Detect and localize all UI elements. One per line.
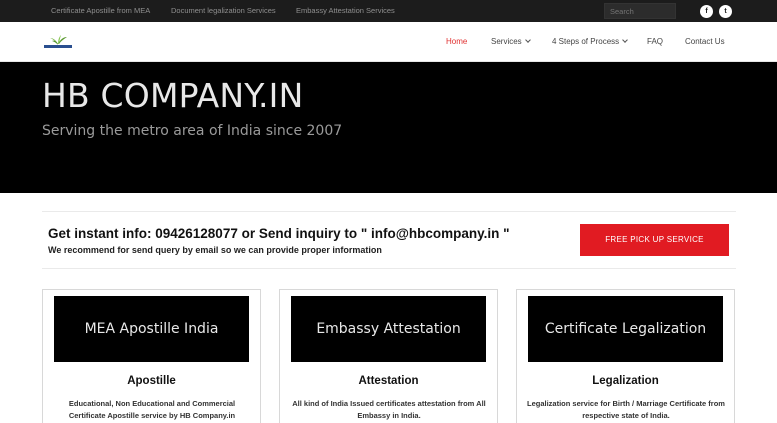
nav-services-label: Services [491,37,522,46]
contact-info-text: Get instant info: 09426128077 or Send in… [48,226,510,241]
hero-banner: HB COMPANY.IN Serving the metro area of … [0,62,777,193]
top-link-attestation[interactable]: Embassy Attestation Services [296,6,395,15]
facebook-icon[interactable]: f [700,5,713,18]
card-title[interactable]: Attestation [280,375,497,387]
contact-info-box: Get instant info: 09426128077 or Send in… [42,211,736,269]
card-image-legalization[interactable]: Certificate Legalization [528,296,723,362]
search-input[interactable] [604,3,676,19]
contact-recommendation: We recommend for send query by email so … [48,245,382,255]
card-image-attestation[interactable]: Embassy Attestation [291,296,486,362]
service-card-legalization: Certificate Legalization Legalization Le… [516,289,735,423]
card-title[interactable]: Legalization [517,375,734,387]
free-pickup-button[interactable]: FREE PICK UP SERVICE [580,224,729,256]
card-description: Educational, Non Educational and Commerc… [68,399,236,420]
chevron-down-icon [622,37,628,43]
nav-home[interactable]: Home [446,37,467,46]
top-bar: Certificate Apostille from MEA Document … [0,0,777,22]
service-card-attestation: Embassy Attestation Attestation All kind… [279,289,498,423]
main-navbar: Home Services 4 Steps of Process FAQ Con… [0,22,777,62]
service-card-apostille: MEA Apostille India Apostille Educationa… [42,289,261,423]
nav-process-label: 4 Steps of Process [552,37,620,46]
nav-faq[interactable]: FAQ [647,37,663,46]
nav-process[interactable]: 4 Steps of Process [552,37,628,46]
company-logo[interactable] [43,34,73,50]
nav-services[interactable]: Services [491,37,531,46]
card-image-apostille[interactable]: MEA Apostille India [54,296,249,362]
twitter-icon[interactable]: t [719,5,732,18]
hero-subtitle: Serving the metro area of India since 20… [42,123,343,139]
card-title[interactable]: Apostille [43,375,260,387]
nav-contact[interactable]: Contact Us [685,37,725,46]
chevron-down-icon [524,37,531,43]
card-description: Legalization service for Birth / Marriag… [527,399,725,420]
card-description: All kind of India Issued certificates at… [292,399,486,420]
top-link-apostille[interactable]: Certificate Apostille from MEA [51,6,150,15]
top-link-legalization[interactable]: Document legalization Services [171,6,276,15]
hero-title: HB COMPANY.IN [42,76,304,115]
